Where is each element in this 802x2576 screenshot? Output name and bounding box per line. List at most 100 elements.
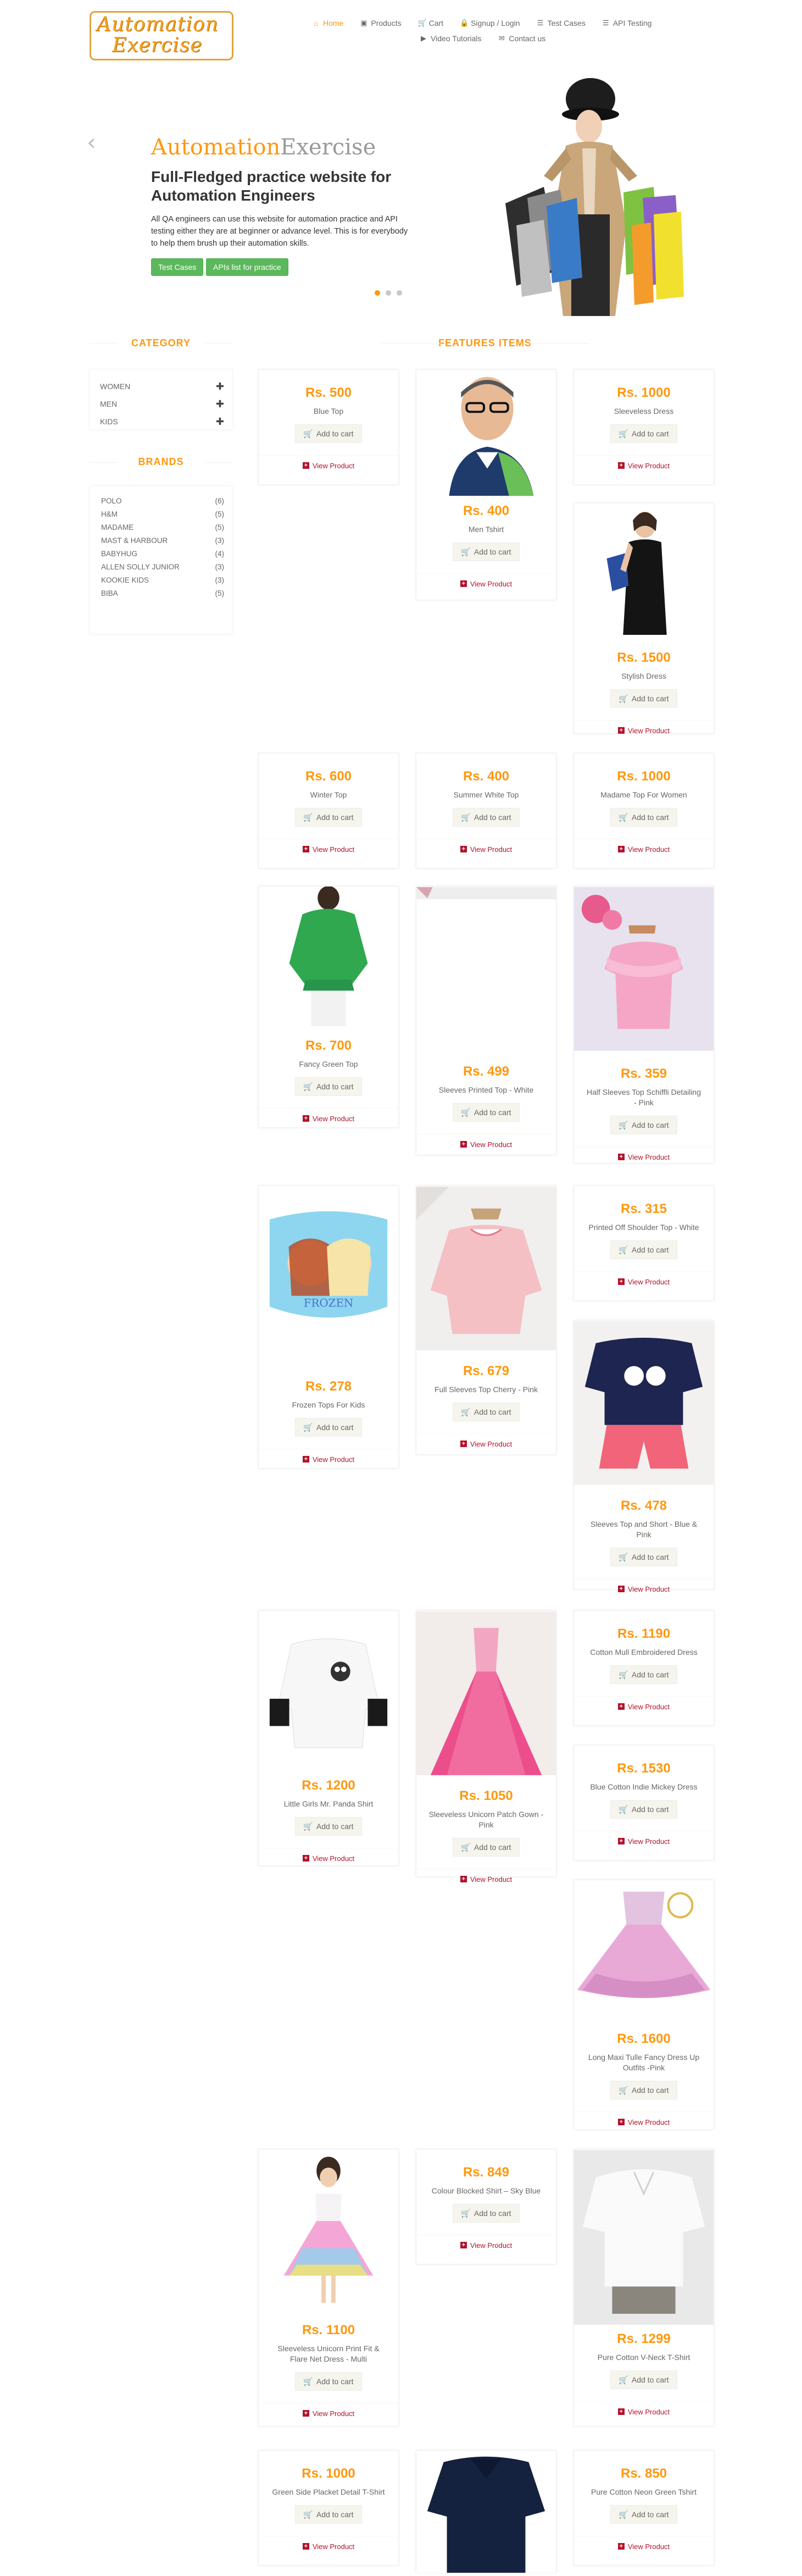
view-product-link[interactable]: + View Product (259, 1449, 398, 1469)
add-to-cart-button[interactable]: 🛒 Add to cart (453, 1838, 520, 1857)
logo-line-2: Exercise (112, 34, 203, 57)
add-to-cart-button[interactable]: 🛒 Add to cart (610, 808, 677, 827)
add-to-cart-button[interactable]: 🛒 Add to cart (295, 424, 362, 443)
plus-square-icon: + (302, 846, 309, 852)
add-to-cart-button[interactable]: 🛒 Add to cart (453, 2204, 520, 2223)
add-to-cart-label: Add to cart (474, 1843, 511, 1852)
nav-products[interactable]: ▣ Products (360, 19, 401, 27)
add-to-cart-button[interactable]: 🛒 Add to cart (610, 1800, 677, 1819)
site-logo[interactable]: Automation Exercise (90, 11, 233, 60)
view-product-link[interactable]: + View Product (574, 1147, 714, 1167)
nav-home[interactable]: ⌂ Home (312, 19, 343, 27)
apis-list-button[interactable]: APIs list for practice (206, 258, 288, 276)
product-image (574, 887, 714, 1051)
add-to-cart-button[interactable]: 🛒 Add to cart (453, 1403, 520, 1421)
brand-item[interactable]: Biba (5) (101, 586, 224, 600)
add-to-cart-button[interactable]: 🛒 Add to cart (453, 542, 520, 561)
view-product-link[interactable]: + View Product (259, 839, 398, 859)
add-to-cart-button[interactable]: 🛒 Add to cart (295, 1817, 362, 1836)
brand-item[interactable]: Babyhug (4) (101, 547, 224, 560)
nav-video-tutorials[interactable]: ▶ Video Tutorials (420, 34, 481, 43)
view-product-link[interactable]: + View Product (574, 1272, 714, 1292)
add-to-cart-button[interactable]: 🛒 Add to cart (295, 2372, 362, 2391)
brand-name: Polo (101, 496, 122, 505)
view-product-link[interactable]: + View Product (416, 1869, 556, 1889)
category-kids[interactable]: Kids ✚ (100, 413, 224, 430)
view-product-link[interactable]: + View Product (416, 574, 556, 594)
slider-dot[interactable] (375, 290, 380, 296)
cart-icon: 🛒 (303, 812, 313, 822)
view-product-link[interactable]: + View Product (574, 839, 714, 859)
plus-square-icon: + (617, 2408, 625, 2415)
nav-api-testing[interactable]: ☰ API Testing (602, 19, 651, 27)
category-women[interactable]: Women ✚ (100, 378, 224, 395)
view-product-link[interactable]: + View Product (574, 721, 714, 740)
nav-cart[interactable]: 🛒 Cart (418, 19, 443, 27)
brand-item[interactable]: H&M (5) (101, 507, 224, 520)
nav-contact-us[interactable]: ✉ Contact us (498, 34, 545, 43)
add-to-cart-label: Add to cart (631, 1121, 669, 1129)
cart-icon: 🛒 (619, 1120, 628, 1129)
slider-prev-icon[interactable]: ‹ (87, 131, 96, 154)
view-product-link[interactable]: + View Product (416, 1134, 556, 1154)
product-name: Little Girls Mr. Panda Shirt (283, 1799, 374, 1808)
view-product-link[interactable]: + View Product (259, 2536, 398, 2556)
plus-square-icon: + (302, 2543, 309, 2550)
nav-test-cases[interactable]: ☰ Test Cases (537, 19, 586, 27)
add-to-cart-button[interactable]: 🛒 Add to cart (610, 689, 677, 708)
add-to-cart-label: Add to cart (631, 429, 669, 438)
add-to-cart-button[interactable]: 🛒 Add to cart (610, 2081, 677, 2099)
cart-icon: 🛒 (461, 1842, 471, 1852)
view-product-label: View Product (627, 1585, 670, 1593)
view-product-link[interactable]: + View Product (574, 1579, 714, 1599)
view-product-link[interactable]: + View Product (574, 456, 714, 475)
brand-item[interactable]: Allen Solly Junior (3) (101, 560, 224, 573)
cart-icon: 🛒 (619, 429, 628, 438)
slider-dot[interactable] (386, 290, 391, 296)
brand-item[interactable]: Madame (5) (101, 520, 224, 534)
add-to-cart-button[interactable]: 🛒 Add to cart (295, 1418, 362, 1437)
view-product-link[interactable]: + View Product (259, 456, 398, 475)
view-product-link[interactable]: + View Product (574, 1697, 714, 1716)
lock-icon: 🔒 (460, 19, 469, 27)
product-image (574, 1321, 714, 1485)
add-to-cart-button[interactable]: 🛒 Add to cart (453, 808, 520, 827)
list-icon: ☰ (537, 19, 544, 27)
view-product-link[interactable]: + View Product (416, 1434, 556, 1454)
add-to-cart-button[interactable]: 🛒 Add to cart (610, 1116, 677, 1134)
add-to-cart-button[interactable]: 🛒 Add to cart (610, 1548, 677, 1566)
view-product-link[interactable]: + View Product (416, 839, 556, 859)
product-price: Rs. 359 (620, 1066, 667, 1081)
add-to-cart-button[interactable]: 🛒 Add to cart (295, 808, 362, 827)
add-to-cart-button[interactable]: 🛒 Add to cart (295, 1077, 362, 1096)
view-product-link[interactable]: + View Product (259, 1109, 398, 1128)
test-cases-button[interactable]: Test Cases (151, 258, 204, 276)
view-product-link[interactable]: + View Product (259, 2403, 398, 2423)
brand-item[interactable]: Polo (6) (101, 494, 224, 507)
view-product-link[interactable]: + View Product (574, 2536, 714, 2556)
brand-item[interactable]: Kookie Kids (3) (101, 573, 224, 586)
plus-square-icon: + (617, 1278, 625, 1285)
add-to-cart-button[interactable]: 🛒 Add to cart (610, 2505, 677, 2524)
nav-signup-login[interactable]: 🔒 Signup / Login (460, 19, 520, 27)
brand-item[interactable]: Mast & Harbour (3) (101, 534, 224, 547)
cart-icon: 🛒 (619, 2509, 628, 2519)
add-to-cart-button[interactable]: 🛒 Add to cart (610, 1240, 677, 1259)
add-to-cart-button[interactable]: 🛒 Add to cart (610, 2370, 677, 2389)
view-product-link[interactable]: + View Product (574, 2402, 714, 2422)
view-product-link[interactable]: + View Product (259, 1848, 398, 1868)
view-product-link[interactable]: + View Product (574, 2112, 714, 2132)
add-to-cart-button[interactable]: 🛒 Add to cart (610, 1665, 677, 1684)
product-name: Sleeveless Dress (614, 407, 674, 416)
youtube-icon: ▶ (421, 34, 426, 42)
add-to-cart-button[interactable]: 🛒 Add to cart (453, 1103, 520, 1122)
view-product-link[interactable]: + View Product (416, 2235, 556, 2255)
slider-dot[interactable] (397, 290, 402, 296)
view-product-label: View Product (627, 2542, 670, 2551)
view-product-link[interactable]: + View Product (574, 1831, 714, 1851)
add-to-cart-button[interactable]: 🛒 Add to cart (295, 2505, 362, 2524)
add-to-cart-label: Add to cart (316, 2510, 354, 2519)
category-men[interactable]: Men ✚ (100, 395, 224, 413)
add-to-cart-button[interactable]: 🛒 Add to cart (610, 424, 677, 443)
product-price: Rs. 1000 (302, 2466, 355, 2481)
